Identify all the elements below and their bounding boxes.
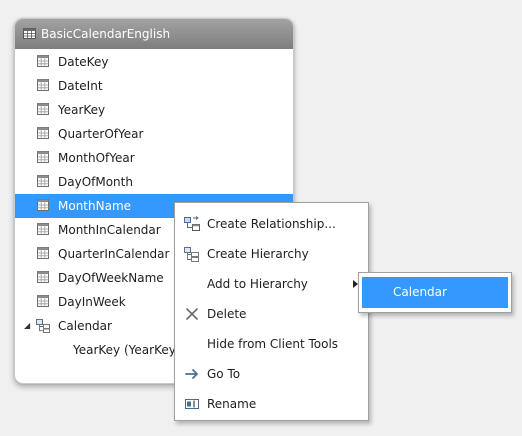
column-label: DayOfWeekName xyxy=(58,271,164,285)
table-header[interactable]: BasicCalendarEnglish xyxy=(15,19,293,49)
hierarchy-label: Calendar xyxy=(58,319,112,333)
menu-item-label: Create Relationship... xyxy=(207,217,336,231)
column-icon xyxy=(37,271,49,283)
column-label: MonthOfYear xyxy=(58,151,135,165)
menu-item-label: Go To xyxy=(207,367,241,381)
table-title: BasicCalendarEnglish xyxy=(41,27,171,41)
column-icon xyxy=(37,247,49,259)
column-icon xyxy=(37,79,49,91)
column-label: DateInt xyxy=(58,79,103,93)
menu-item-rename[interactable]: Rename xyxy=(175,389,368,419)
add-to-hierarchy-submenu: Calendar xyxy=(358,272,512,313)
column-icon xyxy=(37,103,49,115)
column-item-dayofmonth[interactable]: DayOfMonth xyxy=(15,170,293,194)
menu-item-label: Delete xyxy=(207,307,247,321)
submenu-item-label: Calendar xyxy=(393,285,447,299)
column-label: QuarterOfYear xyxy=(58,127,144,141)
collapse-triangle-icon[interactable]: ◢ xyxy=(24,322,30,330)
menu-item-label: Add to Hierarchy xyxy=(207,277,308,291)
column-icon xyxy=(37,223,49,235)
menu-item-go-to[interactable]: Go To xyxy=(175,359,368,389)
menu-item-label: Hide from Client Tools xyxy=(207,337,339,351)
column-icon xyxy=(37,151,49,163)
hierarchy-icon xyxy=(184,246,200,262)
menu-item-create-relationship[interactable]: Create Relationship... xyxy=(175,209,368,239)
column-label: MonthName xyxy=(58,199,132,213)
column-icon xyxy=(37,55,49,67)
column-label: DateKey xyxy=(58,55,109,69)
menu-item-label: Create Hierarchy xyxy=(207,247,309,261)
menu-item-hide-from-client-tools[interactable]: Hide from Client Tools xyxy=(175,329,368,359)
delete-icon xyxy=(184,306,200,322)
menu-item-add-to-hierarchy[interactable]: Add to Hierarchy xyxy=(175,269,368,299)
relationship-icon xyxy=(184,216,200,232)
submenu-item-calendar[interactable]: Calendar xyxy=(362,277,508,308)
menu-item-delete[interactable]: Delete xyxy=(175,299,368,329)
column-label: DayOfMonth xyxy=(58,175,133,189)
hierarchy-icon xyxy=(36,319,52,333)
column-icon xyxy=(37,175,49,187)
column-item-datekey[interactable]: DateKey xyxy=(15,50,293,74)
arrow-right-icon xyxy=(184,366,200,382)
column-item-monthofyear[interactable]: MonthOfYear xyxy=(15,146,293,170)
column-label: DayInWeek xyxy=(58,295,126,309)
menu-item-create-hierarchy[interactable]: Create Hierarchy xyxy=(175,239,368,269)
column-label: YearKey xyxy=(58,103,106,117)
menu-item-label: Rename xyxy=(207,397,257,411)
rename-icon xyxy=(184,396,200,412)
column-label: QuarterInCalendar xyxy=(58,247,170,261)
column-item-yearkey[interactable]: YearKey xyxy=(15,98,293,122)
column-item-quarterofyear[interactable]: QuarterOfYear xyxy=(15,122,293,146)
column-item-dateint[interactable]: DateInt xyxy=(15,74,293,98)
column-icon xyxy=(37,199,49,211)
table-icon xyxy=(23,28,36,39)
column-label: MonthInCalendar xyxy=(58,223,161,237)
hierarchy-level-label: YearKey (YearKey xyxy=(73,343,176,357)
context-menu: Create Relationship... Create Hierarchy … xyxy=(174,202,369,421)
column-icon xyxy=(37,127,49,139)
column-icon xyxy=(37,295,49,307)
